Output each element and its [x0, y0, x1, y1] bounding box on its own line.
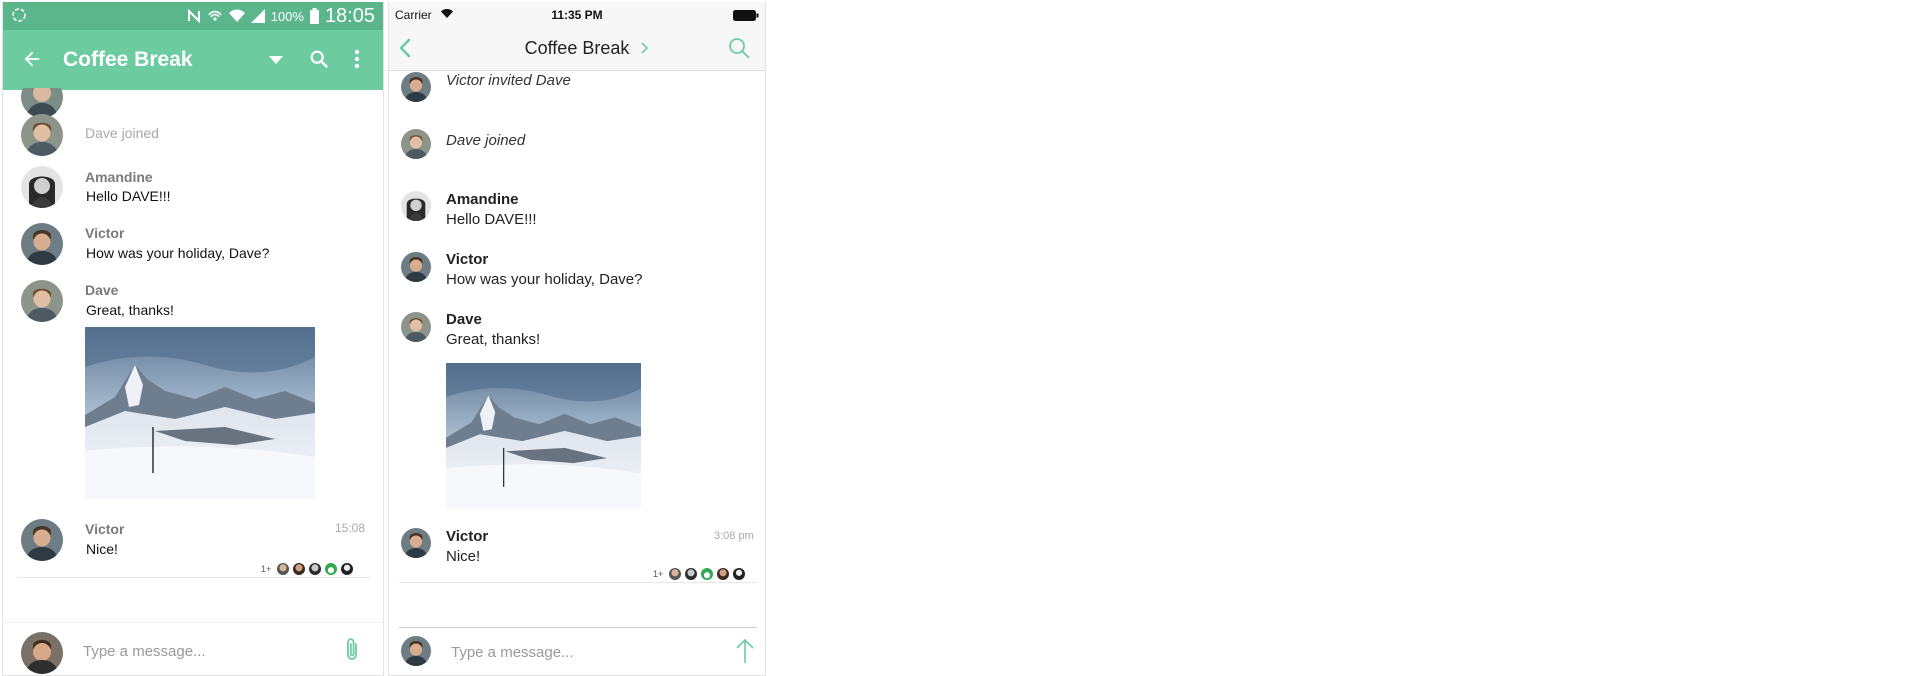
message-timestamp: 15:08	[335, 521, 366, 535]
more-vert-icon[interactable]	[353, 48, 361, 70]
avatar[interactable]	[21, 280, 63, 322]
sender-name[interactable]: Amandine	[85, 169, 153, 185]
avatar	[717, 568, 730, 580]
sender-name[interactable]: Victor	[85, 521, 124, 537]
hotspot-icon	[207, 9, 223, 23]
chevron-right-icon[interactable]	[641, 42, 648, 54]
status-time: 11:35 PM	[551, 8, 603, 22]
avatar[interactable]	[401, 129, 431, 159]
message-input[interactable]	[81, 639, 335, 663]
ios-navigation-bar: Coffee Break	[389, 26, 765, 71]
read-receipts[interactable]: 1+	[653, 568, 746, 580]
arrow-back-icon[interactable]	[21, 48, 43, 70]
search-icon[interactable]	[308, 48, 330, 70]
send-arrow-icon[interactable]	[735, 638, 755, 664]
message-text: How was your holiday, Dave?	[446, 271, 643, 288]
receipts-more-count: 1+	[261, 564, 272, 574]
receipts-more-count: 1+	[653, 569, 664, 579]
message-text: Nice!	[446, 548, 481, 565]
avatar	[685, 568, 698, 580]
avatar	[309, 563, 322, 575]
room-title[interactable]: Coffee Break	[63, 48, 193, 72]
avatar	[733, 568, 746, 580]
android-toolbar: Coffee Break	[3, 30, 383, 90]
event-text: Victor invited Dave	[446, 72, 571, 89]
avatar[interactable]	[401, 191, 431, 221]
message-text: How was your holiday, Dave?	[86, 245, 270, 261]
search-icon[interactable]	[727, 36, 751, 60]
android-chat-screen: 100% 18:05 Coffee Break Dave joined Aman…	[2, 2, 384, 676]
room-title[interactable]: Coffee Break	[389, 38, 765, 59]
sender-name[interactable]: Amandine	[446, 191, 519, 208]
message-composer	[399, 627, 757, 674]
avatar[interactable]	[401, 72, 431, 102]
avatar[interactable]	[401, 312, 431, 342]
nfc-icon	[187, 9, 201, 23]
android-status-bar: 100% 18:05	[3, 2, 383, 30]
sender-name[interactable]: Victor	[446, 528, 488, 545]
avatar	[341, 563, 354, 575]
battery-icon	[733, 10, 759, 21]
wifi-icon	[228, 9, 245, 23]
message-text: Great, thanks!	[86, 302, 174, 318]
avatar[interactable]	[21, 114, 63, 156]
event-text: Dave joined	[446, 132, 526, 149]
battery-icon	[309, 8, 319, 24]
status-time: 18:05	[324, 5, 375, 27]
avatar[interactable]	[401, 252, 431, 282]
paperclip-icon[interactable]	[343, 636, 361, 662]
sender-name[interactable]: Dave	[85, 282, 118, 298]
image-attachment-mountain[interactable]	[85, 327, 315, 499]
avatar	[325, 563, 338, 575]
dropdown-icon[interactable]	[269, 56, 283, 64]
avatar[interactable]	[21, 519, 63, 561]
message-composer	[3, 622, 383, 675]
battery-percent: 100%	[270, 8, 304, 24]
event-text: Dave joined	[85, 125, 159, 141]
my-avatar[interactable]	[21, 632, 63, 674]
sender-name[interactable]: Dave	[446, 311, 482, 328]
divider	[17, 577, 370, 578]
avatar[interactable]	[21, 166, 63, 208]
divider	[399, 582, 757, 583]
image-attachment-mountain[interactable]	[446, 363, 641, 509]
ios-chat-screen: Carrier 11:35 PM Coffee Break Victor inv…	[388, 2, 766, 676]
avatar	[293, 563, 306, 575]
message-text: Nice!	[86, 541, 118, 557]
my-avatar[interactable]	[401, 636, 431, 666]
sender-name[interactable]: Victor	[446, 251, 488, 268]
avatar[interactable]	[21, 223, 63, 265]
message-text: Hello DAVE!!!	[86, 188, 171, 204]
avatar[interactable]	[401, 528, 431, 558]
sender-name[interactable]: Victor	[85, 225, 124, 241]
message-text: Great, thanks!	[446, 331, 541, 348]
message-timestamp: 3:08 pm	[714, 530, 754, 542]
message-input[interactable]	[449, 640, 693, 664]
avatar	[701, 568, 714, 580]
read-receipts[interactable]: 1+	[261, 563, 354, 575]
ios-status-bar: Carrier 11:35 PM	[389, 2, 765, 26]
signal-icon	[250, 9, 265, 23]
avatar	[669, 568, 682, 580]
sync-icon	[11, 7, 27, 23]
message-text: Hello DAVE!!!	[446, 211, 537, 228]
avatar	[277, 563, 290, 575]
